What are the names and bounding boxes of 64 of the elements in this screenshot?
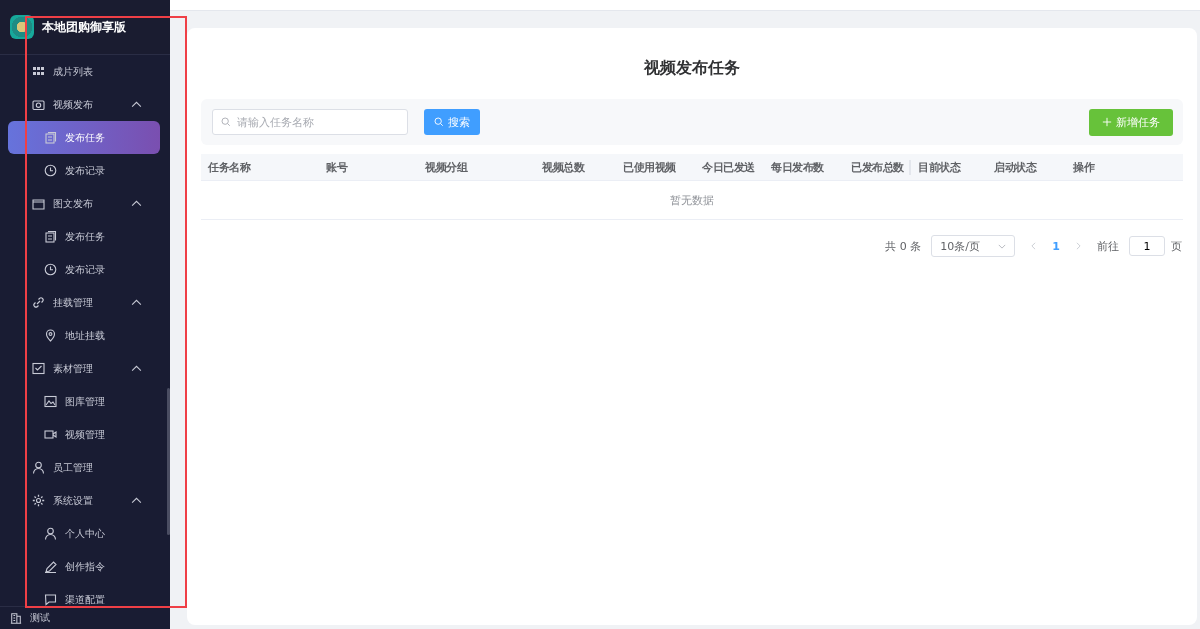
column-header: 账号	[325, 159, 349, 175]
chevron-right-icon	[1076, 242, 1081, 250]
column-header: 操作	[1072, 159, 1096, 175]
clock-icon	[44, 164, 57, 177]
menu-item[interactable]: 图库管理	[8, 385, 160, 418]
document-icon	[44, 230, 57, 243]
column-header: 视频分组	[424, 159, 469, 175]
checkbox-icon	[32, 362, 45, 375]
clock-icon	[44, 263, 57, 276]
menu-group[interactable]: 挂载管理	[8, 286, 160, 319]
document-icon	[44, 131, 57, 144]
column-header: 已发布总数	[850, 159, 905, 175]
settings-icon	[32, 494, 45, 507]
scrollbar[interactable]	[167, 388, 170, 535]
app-title: 本地团购御享版	[42, 18, 126, 36]
menu-group[interactable]: 系统设置	[8, 484, 160, 517]
total-count: 共 0 条	[885, 238, 922, 254]
logo-icon	[10, 15, 34, 39]
column-header: 已使用视频	[622, 159, 677, 175]
grid-icon	[32, 65, 45, 78]
menu-item[interactable]: 视频管理	[8, 418, 160, 451]
menu-group[interactable]: 视频发布	[8, 88, 160, 121]
menu-item[interactable]: 发布记录	[8, 154, 160, 187]
menu-item[interactable]: 创作指令	[8, 550, 160, 583]
folder-icon	[32, 197, 45, 210]
menu-item[interactable]: 发布任务	[8, 121, 160, 154]
column-header: 启动状态	[993, 159, 1038, 175]
caret-icon	[998, 243, 1007, 249]
person-icon	[44, 527, 57, 540]
menu-item[interactable]: 个人中心	[8, 517, 160, 550]
location-pin-icon	[44, 329, 57, 342]
column-header: 每日发布数	[770, 159, 825, 175]
column-header: 目前状态	[909, 159, 987, 175]
page-title: 视频发布任务	[643, 58, 741, 79]
plus-icon	[1102, 117, 1112, 127]
building-icon	[10, 612, 22, 624]
search-icon	[434, 117, 444, 127]
footer-label[interactable]: 测试	[30, 611, 50, 625]
image-icon	[44, 395, 57, 408]
camera-icon	[32, 98, 45, 111]
search-icon	[221, 117, 231, 127]
link-icon	[32, 296, 45, 309]
menu-item[interactable]: 渠道配置	[8, 583, 160, 606]
menu-group[interactable]: 图文发布	[8, 187, 160, 220]
menu-group[interactable]: 素材管理	[8, 352, 160, 385]
menu-item[interactable]: 成片列表	[8, 55, 160, 88]
empty-text: 暂无数据	[670, 192, 714, 208]
column-header: 视频总数	[541, 159, 586, 175]
menu-item[interactable]: 地址挂载	[8, 319, 160, 352]
menu-item[interactable]: 员工管理	[8, 451, 160, 484]
page-input[interactable]: 1	[1129, 236, 1165, 256]
page-size-select[interactable]: 10条/页	[931, 235, 1016, 257]
menu-item[interactable]: 发布任务	[8, 220, 160, 253]
menu-item[interactable]: 发布记录	[8, 253, 160, 286]
video-camera-icon	[44, 428, 57, 441]
chevron-left-icon	[1031, 242, 1037, 250]
page-suffix: 页	[1171, 238, 1182, 254]
search-field[interactable]: 请输入任务名称	[212, 109, 408, 135]
column-header: 任务名称	[207, 159, 252, 175]
person-icon	[32, 461, 45, 474]
column-header: 今日已发送	[701, 159, 756, 175]
pen-icon	[44, 560, 57, 573]
chat-icon	[44, 593, 57, 606]
goto-label: 前往	[1097, 238, 1119, 254]
